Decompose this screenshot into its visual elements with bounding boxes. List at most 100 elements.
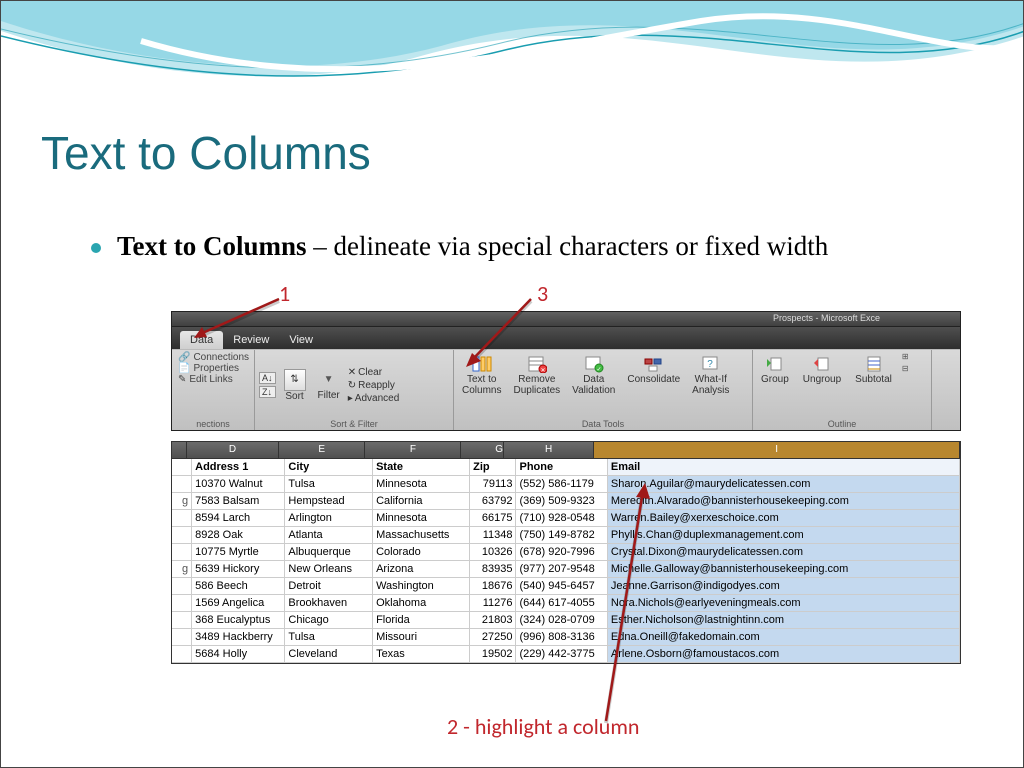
cell[interactable]: New Orleans	[285, 561, 373, 577]
cell[interactable]: 3489 Hackberry	[192, 629, 285, 645]
cell[interactable]: Texas	[373, 646, 470, 662]
cell[interactable]: Colorado	[373, 544, 470, 560]
header-city[interactable]: City	[285, 459, 373, 475]
cell[interactable]: 586 Beech	[192, 578, 285, 594]
reapply-button[interactable]: ↻Reapply	[348, 380, 400, 391]
cell[interactable]: Florida	[373, 612, 470, 628]
cell[interactable]: 5684 Holly	[192, 646, 285, 662]
cell[interactable]	[172, 646, 192, 662]
cell[interactable]: (996) 808-3136	[516, 629, 607, 645]
cell[interactable]: 79113	[470, 476, 516, 492]
cell[interactable]: 8928 Oak	[192, 527, 285, 543]
show-detail-icon[interactable]: ⊞	[902, 352, 909, 361]
cell[interactable]: 19502	[470, 646, 516, 662]
cell[interactable]: Jeanne.Garrison@indigodyes.com	[608, 578, 960, 594]
sort-desc-button[interactable]: Z↓	[259, 386, 276, 398]
cell[interactable]: Minnesota	[373, 510, 470, 526]
cell[interactable]: (750) 149-8782	[516, 527, 607, 543]
cell[interactable]: 1569 Angelica	[192, 595, 285, 611]
whatif-button[interactable]: ? What-If Analysis	[688, 352, 733, 418]
clear-button[interactable]: ✕Clear	[348, 367, 400, 378]
col-header-g[interactable]: G	[461, 442, 504, 458]
cell[interactable]: (552) 586-1179	[516, 476, 607, 492]
cell[interactable]: 8594 Larch	[192, 510, 285, 526]
cell[interactable]: Arlene.Osborn@famoustacos.com	[608, 646, 960, 662]
sort-asc-button[interactable]: A↓	[259, 372, 276, 384]
cell[interactable]: Arizona	[373, 561, 470, 577]
header-email[interactable]: Email	[608, 459, 960, 475]
cell[interactable]: Sharon.Aguilar@maurydelicatessen.com	[608, 476, 960, 492]
cell[interactable]: (324) 028-0709	[516, 612, 607, 628]
cell[interactable]	[172, 595, 192, 611]
cell[interactable]: 66175	[470, 510, 516, 526]
cell[interactable]	[172, 629, 192, 645]
cell[interactable]: (710) 928-0548	[516, 510, 607, 526]
cell[interactable]	[172, 527, 192, 543]
col-header-d[interactable]: D	[187, 442, 279, 458]
cell[interactable]	[172, 476, 192, 492]
cell[interactable]: 10775 Myrtle	[192, 544, 285, 560]
cell[interactable]: 10326	[470, 544, 516, 560]
cell[interactable]: Washington	[373, 578, 470, 594]
cell[interactable]	[172, 459, 192, 475]
cell[interactable]: g	[172, 493, 192, 509]
cell[interactable]: Arlington	[285, 510, 373, 526]
cell[interactable]: Hempstead	[285, 493, 373, 509]
remove-duplicates-button[interactable]: ✕ Remove Duplicates	[509, 352, 564, 418]
col-header-e[interactable]: E	[279, 442, 365, 458]
cell[interactable]: (540) 945-6457	[516, 578, 607, 594]
cell[interactable]: 11276	[470, 595, 516, 611]
tab-view[interactable]: View	[279, 331, 323, 349]
col-header-h[interactable]: H	[504, 442, 594, 458]
cell[interactable]	[172, 544, 192, 560]
cell[interactable]: 368 Eucalyptus	[192, 612, 285, 628]
cell[interactable]: 5639 Hickory	[192, 561, 285, 577]
cell[interactable]: 7583 Balsam	[192, 493, 285, 509]
header-phone[interactable]: Phone	[516, 459, 607, 475]
filter-button[interactable]: ▼ Filter	[314, 368, 344, 403]
cell[interactable]: Cleveland	[285, 646, 373, 662]
cell[interactable]: Missouri	[373, 629, 470, 645]
cell[interactable]: Chicago	[285, 612, 373, 628]
cell[interactable]: Warren.Bailey@xerxeschoice.com	[608, 510, 960, 526]
cell[interactable]	[172, 612, 192, 628]
cell[interactable]: (678) 920-7996	[516, 544, 607, 560]
cell[interactable]: Crystal.Dixon@maurydelicatessen.com	[608, 544, 960, 560]
cell[interactable]: 27250	[470, 629, 516, 645]
cell[interactable]: Albuquerque	[285, 544, 373, 560]
header-zip[interactable]: Zip	[470, 459, 516, 475]
edit-links-button[interactable]: ✎Edit Links	[176, 374, 250, 385]
cell[interactable]: Michelle.Galloway@bannisterhousekeeping.…	[608, 561, 960, 577]
hide-detail-icon[interactable]: ⊟	[902, 364, 909, 373]
cell[interactable]: (644) 617-4055	[516, 595, 607, 611]
cell[interactable]: Meredith.Alvarado@bannisterhousekeeping.…	[608, 493, 960, 509]
cell[interactable]: Nora.Nichols@earlyeveningmeals.com	[608, 595, 960, 611]
cell[interactable]: (229) 442-3775	[516, 646, 607, 662]
cell[interactable]: Minnesota	[373, 476, 470, 492]
cell[interactable]: (977) 207-9548	[516, 561, 607, 577]
consolidate-button[interactable]: Consolidate	[623, 352, 684, 418]
cell[interactable]: California	[373, 493, 470, 509]
header-address[interactable]: Address 1	[192, 459, 285, 475]
cell[interactable]: 10370 Walnut	[192, 476, 285, 492]
connections-button[interactable]: 🔗Connections	[176, 352, 250, 363]
header-state[interactable]: State	[373, 459, 470, 475]
sort-button[interactable]: ⇅ Sort	[280, 367, 310, 404]
cell[interactable]	[172, 510, 192, 526]
cell[interactable]: Esther.Nicholson@lastnightinn.com	[608, 612, 960, 628]
cell[interactable]: Oklahoma	[373, 595, 470, 611]
cell[interactable]: Tulsa	[285, 476, 373, 492]
cell[interactable]: (369) 509-9323	[516, 493, 607, 509]
col-header-i[interactable]: I	[594, 442, 960, 458]
advanced-button[interactable]: ▸Advanced	[348, 393, 400, 404]
cell[interactable]: Tulsa	[285, 629, 373, 645]
cell[interactable]	[172, 578, 192, 594]
cell[interactable]: g	[172, 561, 192, 577]
cell[interactable]: Atlanta	[285, 527, 373, 543]
cell[interactable]: Detroit	[285, 578, 373, 594]
cell[interactable]: 21803	[470, 612, 516, 628]
cell[interactable]: 63792	[470, 493, 516, 509]
group-button[interactable]: Group	[757, 352, 793, 418]
cell[interactable]: Massachusetts	[373, 527, 470, 543]
col-header[interactable]	[172, 442, 187, 458]
